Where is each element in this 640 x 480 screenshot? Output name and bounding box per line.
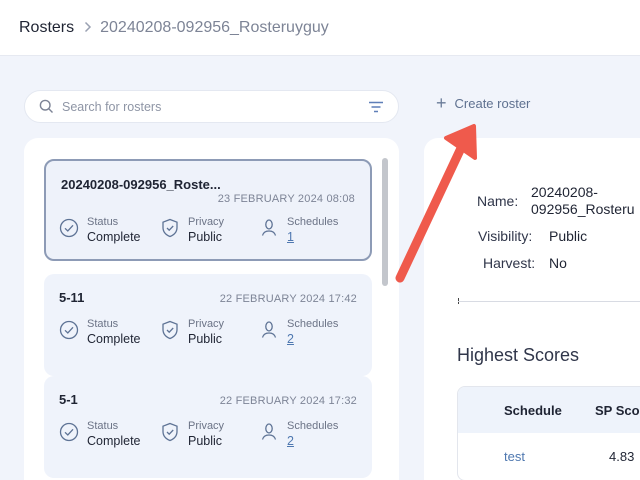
roster-list-scrollbar[interactable] bbox=[382, 158, 388, 286]
detail-name-value-line1: 20240208- bbox=[531, 184, 598, 200]
roster-date: 23 FEBRUARY 2024 08:08 bbox=[217, 193, 355, 205]
roster-date: 22 FEBRUARY 2024 17:42 bbox=[219, 293, 357, 305]
privacy-field: Privacy Public bbox=[160, 420, 224, 450]
schedules-field: Schedules 2 bbox=[259, 318, 338, 348]
highest-scores-title: Highest Scores bbox=[457, 345, 580, 365]
check-circle-icon bbox=[59, 422, 79, 442]
search-bar[interactable] bbox=[24, 90, 399, 123]
user-icon bbox=[259, 218, 279, 238]
privacy-value: Public bbox=[188, 332, 223, 346]
roster-name: 5-1 bbox=[59, 392, 78, 407]
detail-name-value-line2: 092956_Rosteru bbox=[531, 201, 635, 217]
schedules-link[interactable]: 1 bbox=[287, 229, 338, 246]
status-label: Status bbox=[87, 420, 119, 432]
privacy-value: Public bbox=[188, 434, 223, 448]
status-field: Status Complete bbox=[59, 216, 141, 246]
schedules-link[interactable]: 2 bbox=[287, 433, 338, 450]
shield-icon bbox=[160, 422, 180, 442]
breadcrumb-rosters[interactable]: Rosters bbox=[19, 19, 74, 37]
roster-name: 5-11 bbox=[59, 290, 85, 305]
shield-icon bbox=[160, 320, 180, 340]
breadcrumb-current: 20240208-092956_Rosteruyguy bbox=[100, 18, 329, 36]
detail-visibility-value: Public bbox=[549, 228, 588, 244]
filter-icon[interactable] bbox=[368, 101, 384, 113]
privacy-value: Public bbox=[188, 230, 223, 244]
status-field: Status Complete bbox=[59, 318, 141, 348]
user-icon bbox=[259, 320, 279, 340]
privacy-label: Privacy bbox=[188, 318, 225, 330]
check-circle-icon bbox=[59, 320, 79, 340]
roster-card[interactable]: 5-11 22 FEBRUARY 2024 17:42 Status Comple… bbox=[44, 274, 372, 376]
schedules-field: Schedules 1 bbox=[259, 216, 338, 246]
user-icon bbox=[259, 422, 279, 442]
status-label: Status bbox=[87, 216, 119, 228]
detail-harvest-value: No bbox=[549, 255, 567, 271]
schedules-label: Schedules bbox=[287, 318, 339, 330]
roster-card[interactable]: 20240208-092956_Roste... 23 FEBRUARY 202… bbox=[44, 159, 372, 261]
status-label: Status bbox=[87, 318, 119, 330]
search-input[interactable] bbox=[62, 99, 368, 114]
chevron-right-icon bbox=[84, 20, 92, 36]
schedule-link[interactable]: test bbox=[504, 449, 525, 464]
create-roster-label: Create roster bbox=[454, 96, 531, 111]
top-bar: Rosters 20240208-092956_Rosteruyguy bbox=[0, 0, 640, 56]
shield-icon bbox=[160, 218, 180, 238]
status-value: Complete bbox=[87, 230, 141, 244]
scores-table: Schedule SP Sco test 4.83 bbox=[457, 386, 640, 480]
column-header-schedule[interactable]: Schedule bbox=[504, 403, 562, 418]
schedules-link[interactable]: 2 bbox=[287, 331, 338, 348]
detail-divider bbox=[458, 301, 640, 302]
annotation-arrow-icon bbox=[395, 124, 477, 283]
status-value: Complete bbox=[87, 434, 141, 448]
sp-score-value: 4.83 bbox=[609, 449, 635, 464]
schedules-label: Schedules bbox=[287, 216, 339, 228]
status-field: Status Complete bbox=[59, 420, 141, 450]
status-value: Complete bbox=[87, 332, 141, 346]
roster-card[interactable]: 5-1 22 FEBRUARY 2024 17:32 Status Complet… bbox=[44, 376, 372, 478]
roster-name: 20240208-092956_Roste... bbox=[61, 177, 221, 192]
detail-harvest-label: Harvest: bbox=[483, 255, 536, 271]
search-icon bbox=[39, 99, 54, 114]
plus-icon: + bbox=[436, 93, 447, 113]
roster-date: 22 FEBRUARY 2024 17:32 bbox=[219, 395, 357, 407]
schedules-field: Schedules 2 bbox=[259, 420, 338, 450]
create-roster-button[interactable]: + Create roster bbox=[436, 93, 531, 113]
column-header-sp-score[interactable]: SP Sco bbox=[595, 403, 640, 418]
schedules-label: Schedules bbox=[287, 420, 339, 432]
privacy-label: Privacy bbox=[188, 216, 225, 228]
privacy-label: Privacy bbox=[188, 420, 225, 432]
check-circle-icon bbox=[59, 218, 79, 238]
privacy-field: Privacy Public bbox=[160, 318, 224, 348]
privacy-field: Privacy Public bbox=[160, 216, 224, 246]
